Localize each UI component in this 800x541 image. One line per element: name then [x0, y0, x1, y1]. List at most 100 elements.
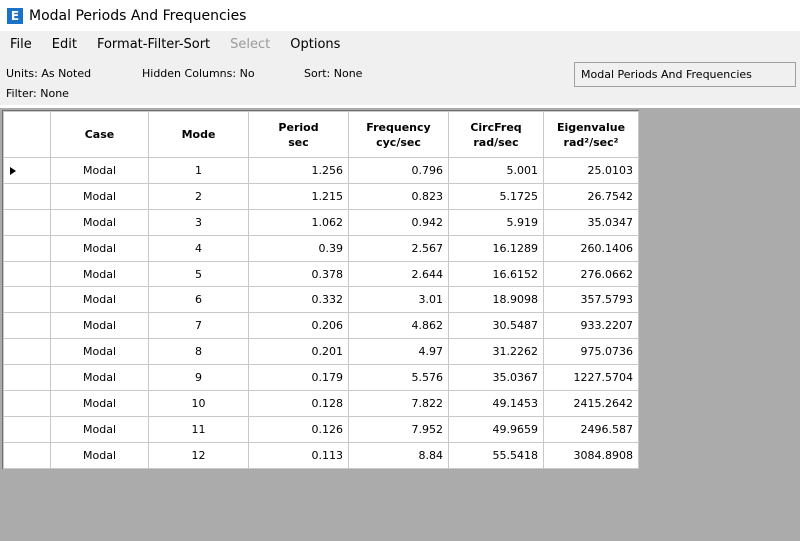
- cell-circfreq[interactable]: 16.1289: [448, 234, 544, 262]
- row-selector[interactable]: [3, 441, 51, 469]
- cell-eigenvalue[interactable]: 260.1406: [543, 234, 639, 262]
- cell-circfreq[interactable]: 49.9659: [448, 415, 544, 443]
- cell-eigenvalue[interactable]: 25.0103: [543, 157, 639, 184]
- cell-eigenvalue[interactable]: 1227.5704: [543, 364, 639, 392]
- cell-mode[interactable]: 7: [148, 312, 249, 340]
- cell-case[interactable]: Modal: [50, 286, 149, 314]
- row-selector[interactable]: [3, 286, 51, 314]
- cell-case[interactable]: Modal: [50, 415, 149, 443]
- cell-period[interactable]: 0.332: [248, 286, 349, 314]
- cell-frequency[interactable]: 2.644: [348, 260, 449, 288]
- cell-frequency[interactable]: 0.796: [348, 157, 449, 184]
- cell-period[interactable]: 0.201: [248, 338, 349, 366]
- row-selector[interactable]: [3, 415, 51, 443]
- table-row[interactable]: Modal 5 0.378 2.644 16.6152 276.0662: [3, 260, 639, 288]
- cell-frequency[interactable]: 0.823: [348, 182, 449, 210]
- cell-mode[interactable]: 4: [148, 234, 249, 262]
- column-header-frequency[interactable]: Frequency cyc/sec: [348, 111, 449, 158]
- menu-file[interactable]: File: [4, 31, 38, 59]
- cell-period[interactable]: 0.128: [248, 390, 349, 417]
- cell-circfreq[interactable]: 16.6152: [448, 260, 544, 288]
- cell-eigenvalue[interactable]: 2496.587: [543, 415, 639, 443]
- cell-case[interactable]: Modal: [50, 441, 149, 469]
- cell-case[interactable]: Modal: [50, 364, 149, 392]
- cell-eigenvalue[interactable]: 35.0347: [543, 208, 639, 236]
- cell-period[interactable]: 0.113: [248, 441, 349, 469]
- cell-mode[interactable]: 11: [148, 415, 249, 443]
- cell-frequency[interactable]: 4.97: [348, 338, 449, 366]
- table-row[interactable]: Modal 10 0.128 7.822 49.1453 2415.2642: [3, 390, 639, 417]
- cell-eigenvalue[interactable]: 26.7542: [543, 182, 639, 210]
- cell-eigenvalue[interactable]: 2415.2642: [543, 390, 639, 417]
- cell-mode[interactable]: 6: [148, 286, 249, 314]
- cell-eigenvalue[interactable]: 276.0662: [543, 260, 639, 288]
- cell-frequency[interactable]: 7.822: [348, 390, 449, 417]
- table-row[interactable]: Modal 9 0.179 5.576 35.0367 1227.5704: [3, 364, 639, 392]
- row-selector[interactable]: [3, 260, 51, 288]
- cell-mode[interactable]: 9: [148, 364, 249, 392]
- row-selector[interactable]: [3, 312, 51, 340]
- cell-period[interactable]: 0.126: [248, 415, 349, 443]
- cell-case[interactable]: Modal: [50, 157, 149, 184]
- row-selector-header[interactable]: [3, 111, 51, 158]
- menu-options[interactable]: Options: [284, 31, 346, 59]
- cell-circfreq[interactable]: 18.9098: [448, 286, 544, 314]
- cell-case[interactable]: Modal: [50, 182, 149, 210]
- column-header-case[interactable]: Case: [50, 111, 149, 158]
- column-header-circfreq[interactable]: CircFreq rad/sec: [448, 111, 544, 158]
- cell-frequency[interactable]: 7.952: [348, 415, 449, 443]
- table-row[interactable]: Modal 8 0.201 4.97 31.2262 975.0736: [3, 338, 639, 366]
- table-row[interactable]: Modal 3 1.062 0.942 5.919 35.0347: [3, 208, 639, 236]
- row-selector[interactable]: [3, 157, 51, 184]
- cell-circfreq[interactable]: 30.5487: [448, 312, 544, 340]
- cell-mode[interactable]: 8: [148, 338, 249, 366]
- cell-eigenvalue[interactable]: 933.2207: [543, 312, 639, 340]
- cell-frequency[interactable]: 8.84: [348, 441, 449, 469]
- table-row[interactable]: Modal 4 0.39 2.567 16.1289 260.1406: [3, 234, 639, 262]
- cell-case[interactable]: Modal: [50, 390, 149, 417]
- cell-mode[interactable]: 10: [148, 390, 249, 417]
- cell-case[interactable]: Modal: [50, 338, 149, 366]
- cell-mode[interactable]: 12: [148, 441, 249, 469]
- cell-frequency[interactable]: 5.576: [348, 364, 449, 392]
- row-selector[interactable]: [3, 338, 51, 366]
- cell-eigenvalue[interactable]: 3084.8908: [543, 441, 639, 469]
- cell-period[interactable]: 1.215: [248, 182, 349, 210]
- cell-frequency[interactable]: 2.567: [348, 234, 449, 262]
- cell-circfreq[interactable]: 5.919: [448, 208, 544, 236]
- cell-case[interactable]: Modal: [50, 260, 149, 288]
- cell-case[interactable]: Modal: [50, 208, 149, 236]
- row-selector[interactable]: [3, 182, 51, 210]
- cell-case[interactable]: Modal: [50, 312, 149, 340]
- row-selector[interactable]: [3, 364, 51, 392]
- row-selector[interactable]: [3, 390, 51, 417]
- column-header-period[interactable]: Period sec: [248, 111, 349, 158]
- cell-period[interactable]: 0.39: [248, 234, 349, 262]
- cell-mode[interactable]: 5: [148, 260, 249, 288]
- cell-circfreq[interactable]: 49.1453: [448, 390, 544, 417]
- column-header-mode[interactable]: Mode: [148, 111, 249, 158]
- cell-circfreq[interactable]: 35.0367: [448, 364, 544, 392]
- table-row[interactable]: Modal 6 0.332 3.01 18.9098 357.5793: [3, 286, 639, 314]
- cell-mode[interactable]: 3: [148, 208, 249, 236]
- cell-frequency[interactable]: 3.01: [348, 286, 449, 314]
- cell-circfreq[interactable]: 55.5418: [448, 441, 544, 469]
- cell-case[interactable]: Modal: [50, 234, 149, 262]
- cell-period[interactable]: 0.378: [248, 260, 349, 288]
- cell-circfreq[interactable]: 5.001: [448, 157, 544, 184]
- table-row[interactable]: Modal 1 1.256 0.796 5.001 25.0103: [3, 157, 639, 184]
- cell-period[interactable]: 1.062: [248, 208, 349, 236]
- cell-mode[interactable]: 2: [148, 182, 249, 210]
- cell-mode[interactable]: 1: [148, 157, 249, 184]
- cell-period[interactable]: 0.179: [248, 364, 349, 392]
- cell-frequency[interactable]: 0.942: [348, 208, 449, 236]
- cell-circfreq[interactable]: 5.1725: [448, 182, 544, 210]
- row-selector[interactable]: [3, 234, 51, 262]
- table-row[interactable]: Modal 7 0.206 4.862 30.5487 933.2207: [3, 312, 639, 340]
- menu-edit[interactable]: Edit: [46, 31, 83, 59]
- cell-eigenvalue[interactable]: 357.5793: [543, 286, 639, 314]
- cell-circfreq[interactable]: 31.2262: [448, 338, 544, 366]
- cell-frequency[interactable]: 4.862: [348, 312, 449, 340]
- menu-format-filter-sort[interactable]: Format-Filter-Sort: [91, 31, 216, 59]
- cell-period[interactable]: 0.206: [248, 312, 349, 340]
